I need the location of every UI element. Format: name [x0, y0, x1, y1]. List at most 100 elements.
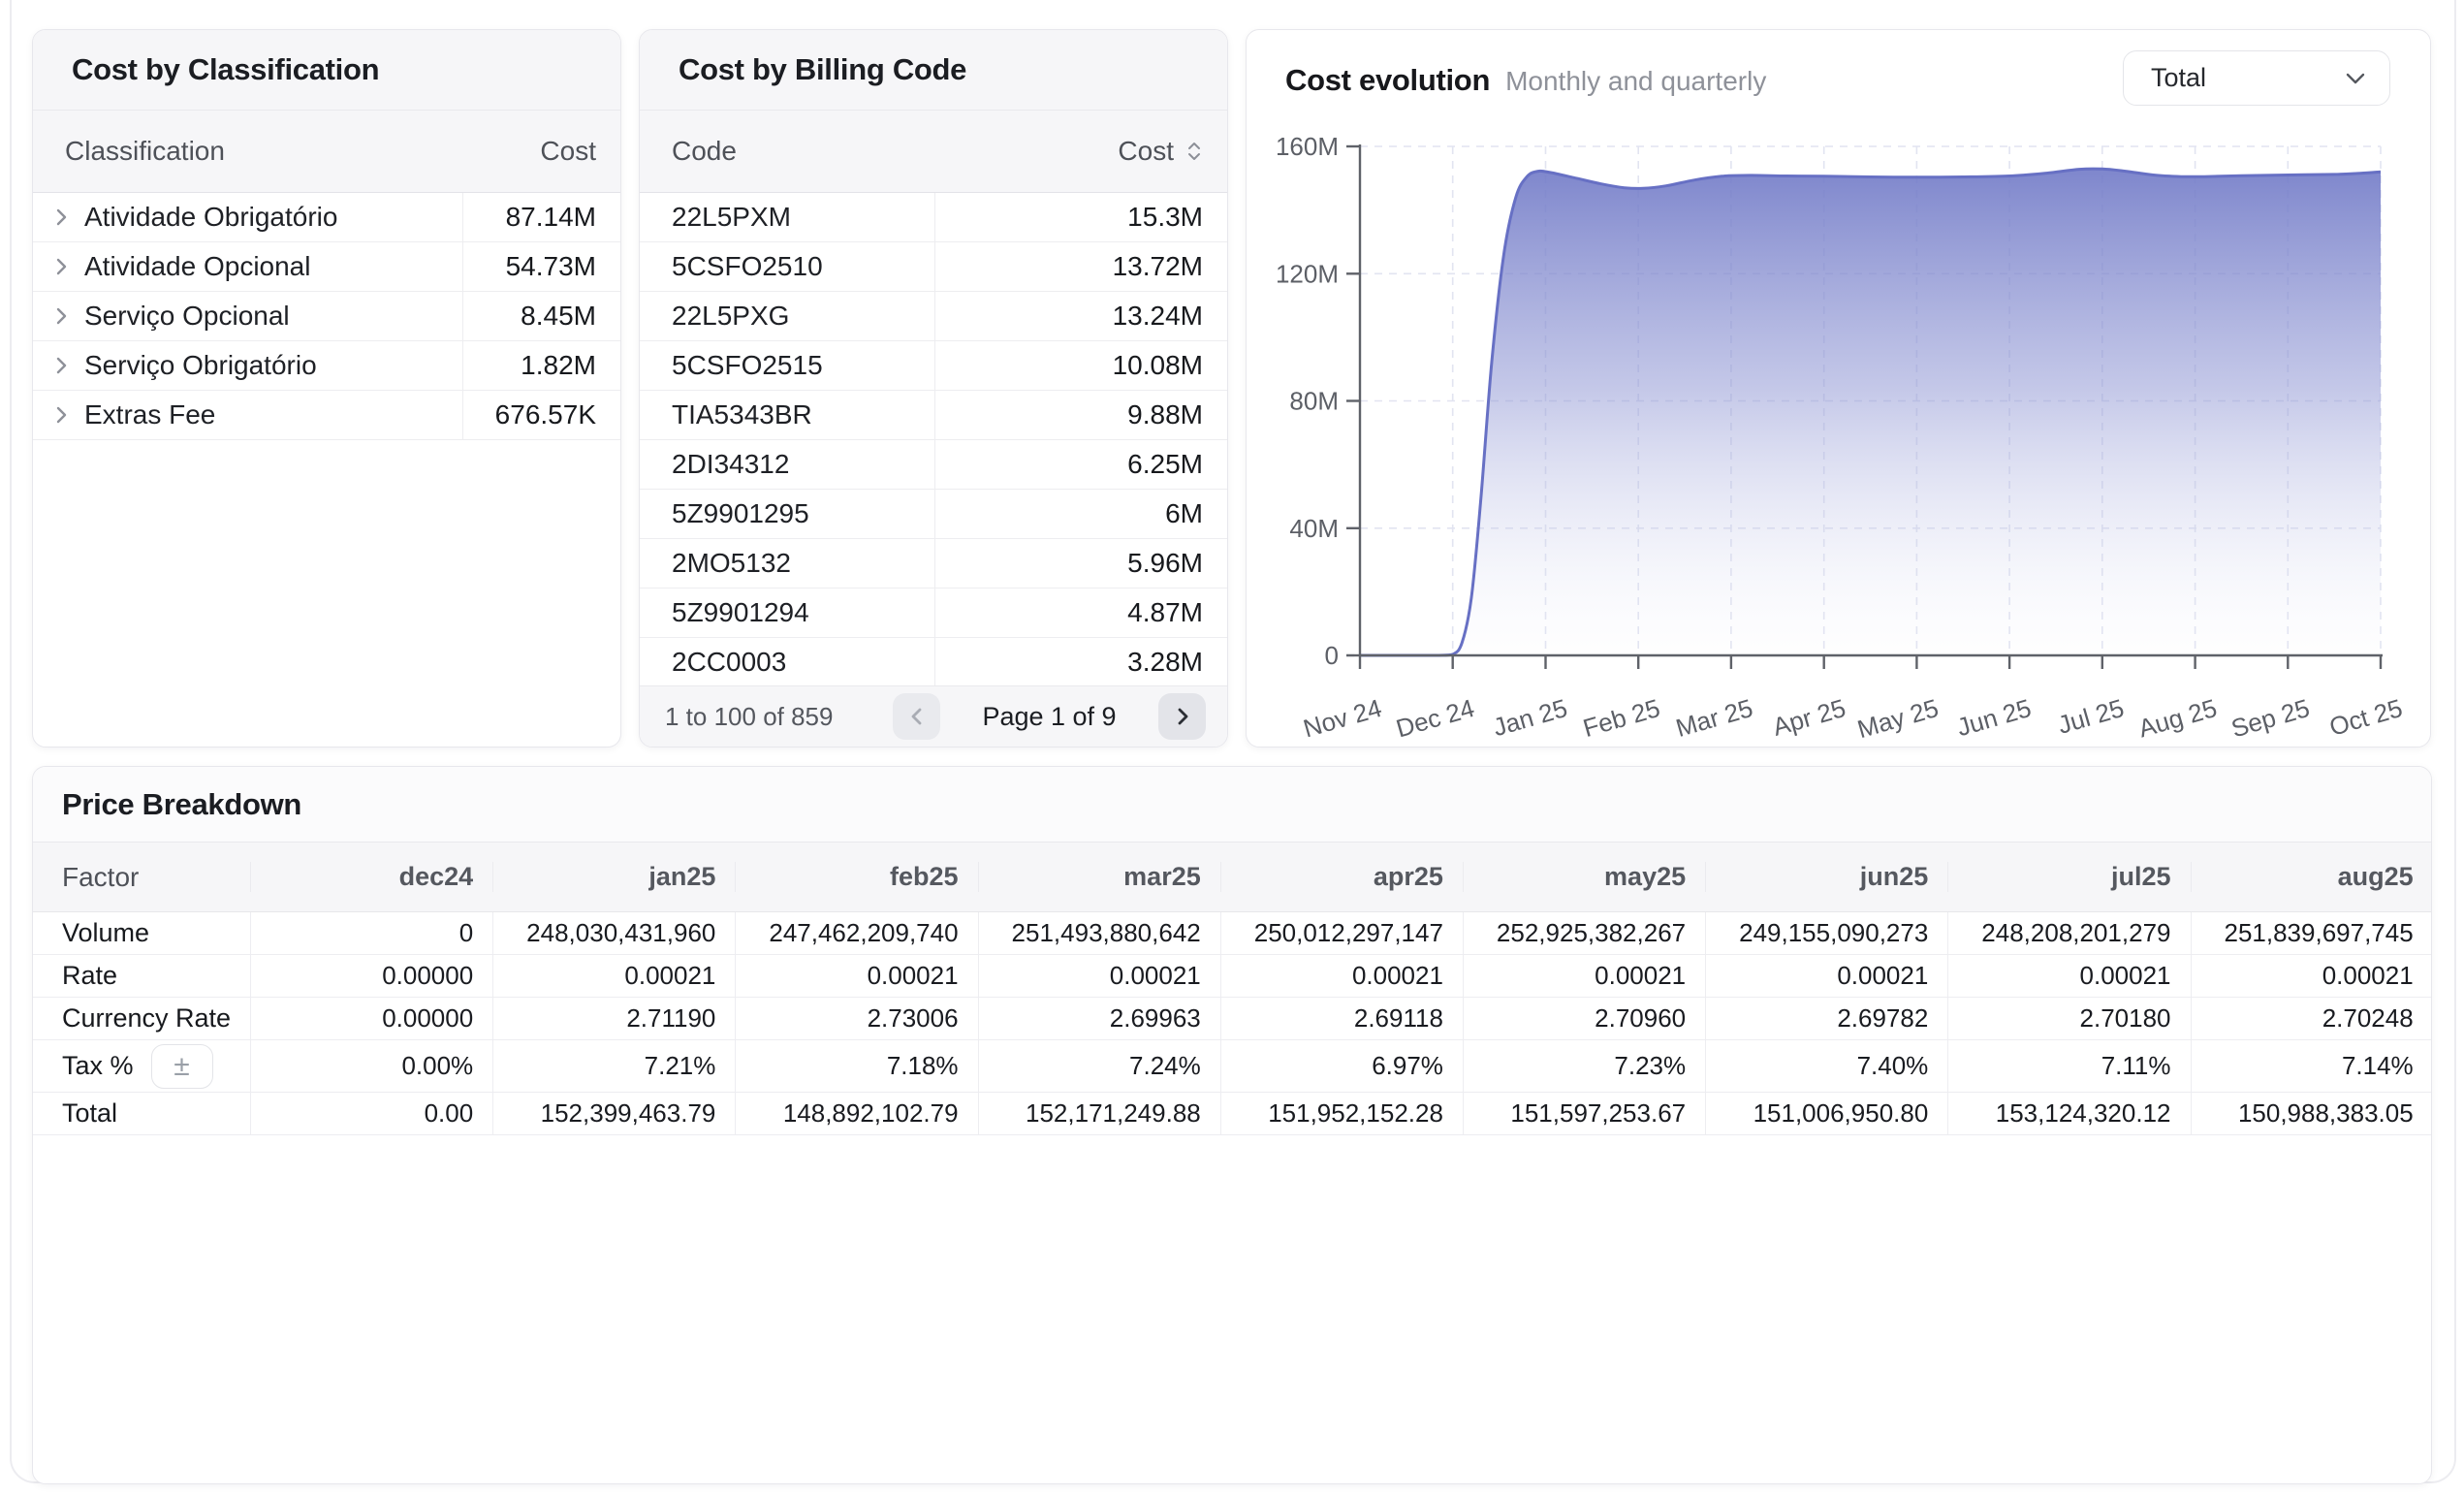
price-cell: 148,892,102.79	[735, 1093, 977, 1134]
billing-cost: 5.96M	[934, 539, 1227, 588]
price-cell: 0.00%	[250, 1040, 492, 1092]
expand-row-button[interactable]	[53, 305, 71, 327]
billing-cost: 6M	[934, 490, 1227, 538]
code-column-header: Code	[640, 136, 934, 167]
price-cell: 249,155,090,273	[1705, 912, 1947, 954]
cost-column-header: Cost	[462, 136, 620, 167]
price-cell: 7.23%	[1463, 1040, 1705, 1092]
price-cell: 0.00	[250, 1093, 492, 1134]
price-cell: 0.00021	[1705, 955, 1947, 997]
cost-by-classification-panel: Cost by Classification Classification Co…	[32, 29, 621, 748]
billing-cost: 9.88M	[934, 391, 1227, 439]
price-cell: 7.11%	[1947, 1040, 2190, 1092]
table-row: Extras Fee 676.57K	[33, 391, 620, 440]
chevron-right-icon	[53, 207, 71, 228]
price-cell: 250,012,297,147	[1220, 912, 1463, 954]
price-cell: 151,597,253.67	[1463, 1093, 1705, 1134]
price-table-row: Tax % ± 0.00% 7.21% 7.18% 7.24% 6.97%	[33, 1040, 2431, 1093]
table-row: 2CC0003 3.28M	[640, 638, 1227, 687]
cost-evolution-panel: Cost evolution Monthly and quarterly Tot…	[1246, 29, 2431, 748]
svg-text:Oct 25: Oct 25	[2326, 693, 2406, 742]
table-row: 22L5PXM 15.3M	[640, 193, 1227, 242]
expand-row-button[interactable]	[53, 256, 71, 277]
price-cell: 251,493,880,642	[978, 912, 1220, 954]
panel-title: Price Breakdown	[62, 787, 301, 822]
factor-label: Total	[62, 1098, 117, 1129]
table-row: 5Z9901295 6M	[640, 490, 1227, 539]
table-row: 5Z9901294 4.87M	[640, 588, 1227, 638]
price-cell: 2.70960	[1463, 998, 1705, 1039]
factor-column-header: Factor	[33, 862, 250, 893]
month-column-header: jul25	[1947, 862, 2190, 892]
price-cell: 2.71190	[492, 998, 735, 1039]
classification-label: Atividade Opcional	[84, 251, 310, 282]
panel-header: Cost by Billing Code	[640, 30, 1227, 111]
expand-row-button[interactable]	[53, 207, 71, 228]
price-cell: 7.40%	[1705, 1040, 1947, 1092]
tax-adjust-button[interactable]: ±	[151, 1044, 213, 1089]
billing-code: 5CSFO2515	[640, 341, 934, 390]
classification-cost: 676.57K	[462, 391, 620, 439]
billing-pagination: 1 to 100 of 859 Page 1 of 9	[640, 685, 1227, 747]
factor-label: Volume	[62, 918, 149, 948]
month-column-header: dec24	[250, 862, 492, 892]
billing-code: 5Z9901294	[640, 588, 934, 637]
billing-cost: 4.87M	[934, 588, 1227, 637]
price-cell: 151,952,152.28	[1220, 1093, 1463, 1134]
previous-page-button[interactable]	[893, 693, 940, 740]
price-table-row: Total 0.00 152,399,463.79 148,892,102.79…	[33, 1093, 2431, 1135]
expand-row-button[interactable]	[53, 404, 71, 426]
classification-cost: 8.45M	[462, 292, 620, 340]
panel-header: Cost by Classification	[33, 30, 620, 111]
series-filter-dropdown[interactable]: Total	[2123, 50, 2390, 106]
price-cell: 2.70248	[2191, 998, 2433, 1039]
svg-text:Sep 25: Sep 25	[2227, 693, 2312, 744]
price-cell: 152,171,249.88	[978, 1093, 1220, 1134]
classification-cost: 54.73M	[462, 242, 620, 291]
svg-text:40M: 40M	[1289, 514, 1339, 543]
classification-table-header: Classification Cost	[33, 111, 620, 193]
svg-text:Aug 25: Aug 25	[2135, 693, 2220, 744]
panel-title: Cost by Classification	[72, 52, 379, 87]
price-cell: 2.69963	[978, 998, 1220, 1039]
price-cell: 150,988,383.05	[2191, 1093, 2433, 1134]
svg-text:Jun 25: Jun 25	[1953, 693, 2034, 742]
classification-label: Serviço Obrigatório	[84, 350, 317, 381]
svg-text:120M: 120M	[1276, 259, 1339, 288]
classification-column-header: Classification	[33, 136, 462, 167]
price-cell: 7.14%	[2191, 1040, 2433, 1092]
table-row: 5CSFO2510 13.72M	[640, 242, 1227, 292]
price-table-row: Rate 0.00000 0.00021 0.00021 0.00021 0.0…	[33, 955, 2431, 998]
price-cell: 2.70180	[1947, 998, 2190, 1039]
price-cell: 252,925,382,267	[1463, 912, 1705, 954]
factor-label: Rate	[62, 961, 117, 991]
price-cell: 0.00021	[735, 955, 977, 997]
price-cell: 2.69782	[1705, 998, 1947, 1039]
dropdown-selected-value: Total	[2151, 63, 2206, 93]
svg-text:Feb 25: Feb 25	[1580, 693, 1663, 743]
price-table-body: Volume 0 248,030,431,960 247,462,209,740…	[33, 912, 2431, 1135]
sort-icon	[1185, 140, 1203, 163]
price-table-row: Volume 0 248,030,431,960 247,462,209,740…	[33, 912, 2431, 955]
factor-label: Currency Rate	[62, 1003, 231, 1034]
billing-table-header: Code Cost	[640, 111, 1227, 193]
classification-label: Serviço Opcional	[84, 301, 290, 332]
billing-cost: 3.28M	[934, 638, 1227, 686]
table-row: 2DI34312 6.25M	[640, 440, 1227, 490]
price-breakdown-panel: Price Breakdown Factor dec24 jan25 feb25…	[32, 766, 2432, 1484]
svg-text:Mar 25: Mar 25	[1672, 693, 1755, 743]
cost-column-sort-header[interactable]: Cost	[934, 136, 1227, 167]
next-page-button[interactable]	[1158, 693, 1206, 740]
price-cell: 7.21%	[492, 1040, 735, 1092]
price-cell: 247,462,209,740	[735, 912, 977, 954]
svg-text:May 25: May 25	[1854, 693, 1942, 744]
chevron-right-icon	[53, 355, 71, 376]
billing-code: 2CC0003	[640, 638, 934, 686]
classification-table-body: Atividade Obrigatório 87.14M Atividade O…	[33, 193, 620, 440]
price-cell: 6.97%	[1220, 1040, 1463, 1092]
expand-row-button[interactable]	[53, 355, 71, 376]
price-cell: 7.24%	[978, 1040, 1220, 1092]
price-cell: 0.00000	[250, 955, 492, 997]
price-cell: 7.18%	[735, 1040, 977, 1092]
cost-by-billing-code-panel: Cost by Billing Code Code Cost 22L5PXM 1…	[639, 29, 1228, 748]
